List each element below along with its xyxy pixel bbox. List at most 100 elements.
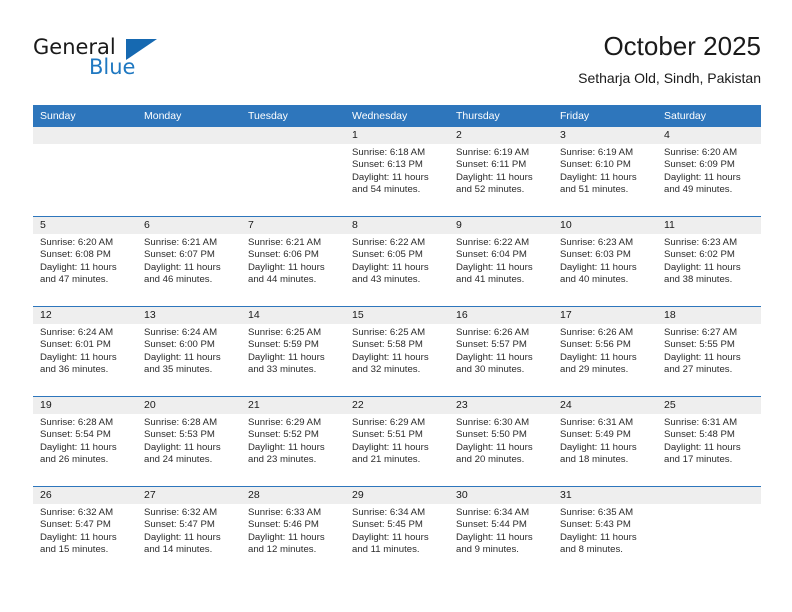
sunrise-time: Sunrise: 6:28 AM [144,417,218,428]
calendar-day-cell[interactable]: 11 Sunrise: 6:23 AM Sunset: 6:02 PM Dayligh… [657,216,761,307]
day-cell-inner: 1 Sunrise: 6:18 AM Sunset: 6:13 PM Daylight… [345,127,449,216]
day-number [33,127,137,144]
day-details: Sunrise: 6:22 AM Sunset: 6:05 PM Daylight:… [345,234,449,287]
day-cell-inner: 27 Sunrise: 6:32 AM Sunset: 5:47 PM Dayligh… [137,487,241,576]
sunset-time: Sunset: 5:53 PM [144,429,215,441]
sunset-time: Sunset: 6:01 PM [40,339,111,351]
day-number: 8 [345,217,449,234]
day-cell-inner: 19 Sunrise: 6:28 AM Sunset: 5:54 PM Dayligh… [33,397,137,487]
day-details: Sunrise: 6:24 AM Sunset: 6:01 PM Daylight:… [33,324,137,377]
daylight-duration-line1: Daylight: 11 hours [40,261,117,273]
sunrise-time: Sunrise: 6:20 AM [664,147,738,158]
day-cell-inner: 25 Sunrise: 6:31 AM Sunset: 5:48 PM Dayligh… [657,397,761,487]
calendar-day-cell[interactable]: 30 Sunrise: 6:34 AM Sunset: 5:44 PM Dayligh… [449,486,553,576]
sunrise-time: Sunrise: 6:31 AM [664,417,738,428]
day-details: Sunrise: 6:30 AM Sunset: 5:50 PM Daylight:… [449,414,553,467]
daylight-duration-line1: Daylight: 11 hours [248,531,325,543]
day-number: 29 [345,487,449,504]
sunrise-time: Sunrise: 6:33 AM [248,507,322,518]
calendar-day-cell[interactable]: 9 Sunrise: 6:22 AM Sunset: 6:04 PM Daylight… [449,216,553,307]
daylight-duration-line2: and 49 minutes. [664,184,733,196]
day-details: Sunrise: 6:25 AM Sunset: 5:58 PM Daylight:… [345,324,449,377]
calendar-day-cell[interactable]: 23 Sunrise: 6:30 AM Sunset: 5:50 PM Dayligh… [449,396,553,487]
sunset-time: Sunset: 6:06 PM [248,249,319,261]
calendar-day-cell[interactable]: 27 Sunrise: 6:32 AM Sunset: 5:47 PM Dayligh… [137,486,241,576]
sunrise-time: Sunrise: 6:25 AM [352,327,426,338]
calendar-day-cell[interactable]: 4 Sunrise: 6:20 AM Sunset: 6:09 PM Daylight… [657,127,761,217]
calendar-day-cell[interactable]: 2 Sunrise: 6:19 AM Sunset: 6:11 PM Daylight… [449,127,553,217]
day-cell-inner [241,127,345,216]
sunset-time: Sunset: 5:48 PM [664,429,735,441]
calendar-day-cell[interactable]: 31 Sunrise: 6:35 AM Sunset: 5:43 PM Dayligh… [553,486,657,576]
calendar-day-cell[interactable]: 17 Sunrise: 6:26 AM Sunset: 5:56 PM Dayligh… [553,306,657,397]
sunset-time: Sunset: 5:58 PM [352,339,423,351]
daylight-duration-line2: and 23 minutes. [248,454,317,466]
daylight-duration-line1: Daylight: 11 hours [664,261,741,273]
daylight-duration-line1: Daylight: 11 hours [456,351,533,363]
brand-logo[interactable]: General Blue [33,36,233,86]
sunrise-time: Sunrise: 6:34 AM [352,507,426,518]
calendar-day-cell[interactable]: 14 Sunrise: 6:25 AM Sunset: 5:59 PM Dayligh… [241,306,345,397]
calendar-day-cell[interactable]: 3 Sunrise: 6:19 AM Sunset: 6:10 PM Daylight… [553,127,657,217]
calendar-day-cell[interactable]: 29 Sunrise: 6:34 AM Sunset: 5:45 PM Dayligh… [345,486,449,576]
daylight-duration-line1: Daylight: 11 hours [352,531,429,543]
day-cell-inner: 24 Sunrise: 6:31 AM Sunset: 5:49 PM Dayligh… [553,397,657,487]
sunset-time: Sunset: 5:47 PM [40,519,111,531]
sunset-time: Sunset: 5:59 PM [248,339,319,351]
day-number: 18 [657,307,761,324]
daylight-duration-line1: Daylight: 11 hours [352,441,429,453]
day-number: 3 [553,127,657,144]
calendar-day-cell[interactable]: 28 Sunrise: 6:33 AM Sunset: 5:46 PM Dayligh… [241,486,345,576]
daylight-duration-line2: and 44 minutes. [248,274,317,286]
calendar-day-cell[interactable]: 1 Sunrise: 6:18 AM Sunset: 6:13 PM Daylight… [345,127,449,217]
calendar-day-cell[interactable]: 25 Sunrise: 6:31 AM Sunset: 5:48 PM Dayligh… [657,396,761,487]
daylight-duration-line1: Daylight: 11 hours [40,351,117,363]
day-cell-inner: 9 Sunrise: 6:22 AM Sunset: 6:04 PM Daylight… [449,217,553,307]
calendar-day-cell[interactable]: 8 Sunrise: 6:22 AM Sunset: 6:05 PM Daylight… [345,216,449,307]
sunrise-time: Sunrise: 6:23 AM [664,237,738,248]
daylight-duration-line2: and 17 minutes. [664,454,733,466]
sunrise-time: Sunrise: 6:24 AM [144,327,218,338]
daylight-duration-line1: Daylight: 11 hours [560,171,637,183]
calendar-day-cell[interactable]: 21 Sunrise: 6:29 AM Sunset: 5:52 PM Dayligh… [241,396,345,487]
weekday-header-friday: Friday [553,105,657,127]
day-number: 22 [345,397,449,414]
daylight-duration-line1: Daylight: 11 hours [456,531,533,543]
calendar-day-cell[interactable]: 13 Sunrise: 6:24 AM Sunset: 6:00 PM Dayligh… [137,306,241,397]
calendar-day-cell[interactable]: 12 Sunrise: 6:24 AM Sunset: 6:01 PM Dayligh… [33,306,137,397]
sunset-time: Sunset: 5:46 PM [248,519,319,531]
calendar-day-cell[interactable]: 26 Sunrise: 6:32 AM Sunset: 5:47 PM Dayligh… [33,486,137,576]
calendar-day-cell[interactable]: 7 Sunrise: 6:21 AM Sunset: 6:06 PM Daylight… [241,216,345,307]
daylight-duration-line2: and 20 minutes. [456,454,525,466]
calendar-day-cell[interactable]: 10 Sunrise: 6:23 AM Sunset: 6:03 PM Dayligh… [553,216,657,307]
daylight-duration-line2: and 35 minutes. [144,364,213,376]
day-number: 19 [33,397,137,414]
calendar-day-cell[interactable]: 6 Sunrise: 6:21 AM Sunset: 6:07 PM Daylight… [137,216,241,307]
calendar-day-cell[interactable]: 24 Sunrise: 6:31 AM Sunset: 5:49 PM Dayligh… [553,396,657,487]
daylight-duration-line2: and 24 minutes. [144,454,213,466]
day-details: Sunrise: 6:18 AM Sunset: 6:13 PM Daylight:… [345,144,449,197]
daylight-duration-line1: Daylight: 11 hours [456,171,533,183]
day-number: 5 [33,217,137,234]
calendar-day-cell[interactable]: 20 Sunrise: 6:28 AM Sunset: 5:53 PM Dayligh… [137,396,241,487]
day-number: 30 [449,487,553,504]
title-block: October 2025 Setharja Old, Sindh, Pakist… [578,30,761,87]
calendar-week-row: 26 Sunrise: 6:32 AM Sunset: 5:47 PM Dayligh… [33,486,761,576]
calendar-day-cell[interactable]: 5 Sunrise: 6:20 AM Sunset: 6:08 PM Daylight… [33,216,137,307]
daylight-duration-line2: and 40 minutes. [560,274,629,286]
sunset-time: Sunset: 6:09 PM [664,159,735,171]
sunrise-sunset-calendar: Sunday Monday Tuesday Wednesday Thursday… [33,105,761,576]
sunset-time: Sunset: 6:10 PM [560,159,631,171]
calendar-day-cell[interactable]: 22 Sunrise: 6:29 AM Sunset: 5:51 PM Dayligh… [345,396,449,487]
calendar-day-cell[interactable]: 16 Sunrise: 6:26 AM Sunset: 5:57 PM Dayligh… [449,306,553,397]
calendar-page: General Blue October 2025 Setharja Old, … [0,0,792,612]
calendar-day-cell[interactable]: 19 Sunrise: 6:28 AM Sunset: 5:54 PM Dayligh… [33,396,137,487]
calendar-day-cell[interactable]: 18 Sunrise: 6:27 AM Sunset: 5:55 PM Dayligh… [657,306,761,397]
calendar-week-row: 5 Sunrise: 6:20 AM Sunset: 6:08 PM Daylight… [33,216,761,307]
calendar-day-cell[interactable]: 15 Sunrise: 6:25 AM Sunset: 5:58 PM Dayligh… [345,306,449,397]
calendar-day-cell-empty [241,127,345,217]
day-cell-inner: 4 Sunrise: 6:20 AM Sunset: 6:09 PM Daylight… [657,127,761,216]
day-details: Sunrise: 6:19 AM Sunset: 6:11 PM Daylight:… [449,144,553,197]
day-details: Sunrise: 6:20 AM Sunset: 6:08 PM Daylight:… [33,234,137,287]
day-number: 31 [553,487,657,504]
